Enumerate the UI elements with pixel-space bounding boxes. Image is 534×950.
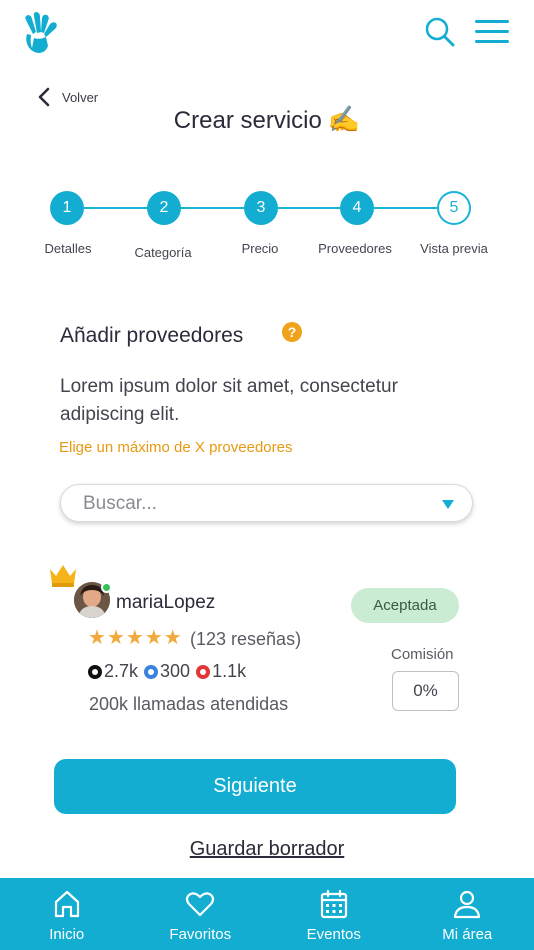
provider-search-dropdown[interactable] bbox=[60, 484, 473, 522]
calendar-icon bbox=[320, 889, 347, 919]
max-providers-hint: Elige un máximo de X proveedores bbox=[59, 439, 293, 456]
tiktok-stat: 2.7k bbox=[88, 661, 138, 682]
home-icon bbox=[54, 890, 79, 918]
nav-item-inicio[interactable]: Inicio bbox=[0, 878, 134, 950]
twitter-value: 300 bbox=[160, 661, 191, 681]
step-5-circle[interactable]: 5 bbox=[437, 191, 471, 225]
rating-stars: ★ ★ ★ ★ ★ bbox=[88, 627, 182, 649]
user-icon bbox=[454, 890, 481, 919]
youtube-stat: 1.1k bbox=[196, 661, 246, 682]
tiktok-value: 2.7k bbox=[104, 661, 139, 681]
step-4-circle[interactable]: 4 bbox=[340, 191, 374, 225]
calls-answered: 200k llamadas atendidas bbox=[89, 694, 289, 714]
status-badge: Aceptada bbox=[351, 588, 459, 623]
social-stats: 2.7k 300 1.1k bbox=[88, 661, 252, 682]
star-icon: ★ bbox=[163, 627, 182, 649]
commission-input[interactable]: 0% bbox=[392, 671, 459, 711]
star-icon: ★ bbox=[125, 627, 144, 649]
step-1-circle[interactable]: 1 bbox=[50, 191, 84, 225]
save-draft-container: Guardar borrador bbox=[0, 838, 534, 861]
nav-item-favoritos[interactable]: Favoritos bbox=[134, 878, 268, 950]
step-2-circle[interactable]: 2 bbox=[147, 191, 181, 225]
provider-username[interactable]: mariaLopez bbox=[116, 592, 215, 614]
nav-label-eventos: Eventos bbox=[306, 926, 361, 943]
search-input[interactable] bbox=[83, 493, 423, 515]
step-2-label: Categoría bbox=[134, 245, 192, 260]
dropdown-caret-icon[interactable] bbox=[442, 500, 454, 509]
hand-logo-icon[interactable] bbox=[20, 10, 70, 56]
youtube-icon bbox=[196, 664, 211, 679]
star-icon: ★ bbox=[106, 627, 125, 649]
section-title: Añadir proveedores bbox=[60, 324, 244, 347]
nav-label-mi-area: Mi área bbox=[442, 926, 493, 943]
tiktok-icon bbox=[88, 664, 102, 679]
step-3-label: Precio bbox=[241, 241, 279, 256]
back-label: Volver bbox=[62, 89, 99, 105]
nav-label-inicio: Inicio bbox=[49, 926, 85, 943]
reviews-count: (123 reseñas) bbox=[190, 629, 302, 649]
star-icon: ★ bbox=[144, 627, 163, 649]
page-title: Crear servicio ✍ bbox=[0, 104, 534, 135]
online-status-dot bbox=[101, 582, 112, 593]
section-description: Lorem ipsum dolor sit amet, consectetur … bbox=[60, 376, 398, 425]
nav-item-eventos[interactable]: Eventos bbox=[267, 878, 401, 950]
bottom-nav: Inicio Favoritos Eventos Mi área bbox=[0, 878, 534, 950]
crown-icon bbox=[47, 561, 79, 589]
twitter-stat: 300 bbox=[144, 661, 190, 682]
commission-label: Comisión bbox=[391, 646, 454, 663]
step-1-label: Detalles bbox=[44, 241, 92, 256]
page-title-text: Crear servicio bbox=[173, 107, 322, 134]
next-button[interactable]: Siguiente bbox=[54, 759, 456, 814]
help-icon[interactable]: ? bbox=[282, 322, 302, 342]
heart-icon bbox=[186, 892, 215, 917]
nav-item-mi-area[interactable]: Mi área bbox=[401, 878, 534, 950]
twitter-icon bbox=[144, 664, 159, 679]
step-5-label: Vista previa bbox=[420, 241, 488, 256]
hamburger-menu-icon[interactable] bbox=[474, 18, 510, 46]
save-draft-link[interactable]: Guardar borrador bbox=[190, 838, 345, 860]
search-icon[interactable] bbox=[424, 16, 456, 48]
step-4-label: Proveedores bbox=[318, 241, 392, 256]
nav-label-favoritos: Favoritos bbox=[169, 926, 232, 943]
star-icon: ★ bbox=[88, 627, 106, 649]
writing-hand-icon: ✍ bbox=[327, 104, 361, 134]
youtube-value: 1.1k bbox=[212, 661, 247, 681]
step-3-circle[interactable]: 3 bbox=[244, 191, 278, 225]
